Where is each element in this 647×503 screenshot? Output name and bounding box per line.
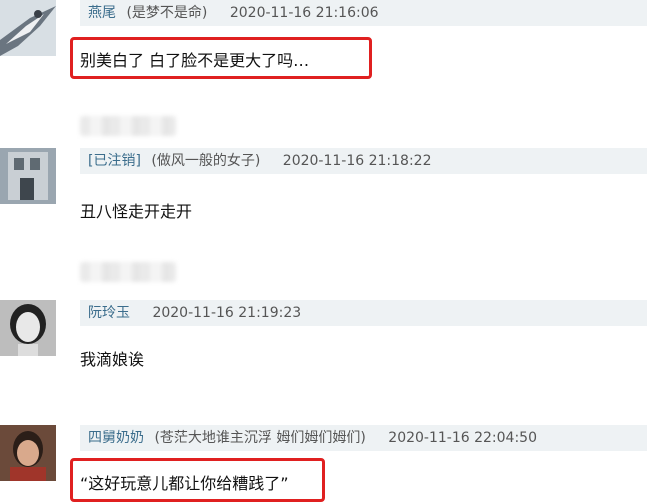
username-link[interactable]: [已注销] [88, 153, 141, 169]
building-avatar-icon [0, 148, 56, 204]
user-nickname: (是梦不是命) [126, 5, 208, 21]
comment-text: 别美白了 白了脸不是更大了吗… [80, 51, 310, 70]
avatar[interactable] [0, 0, 56, 56]
blurred-placeholder [80, 116, 176, 136]
bird-avatar-icon [0, 0, 56, 56]
comment-text: “这好玩意儿都让你给糟践了” [80, 474, 289, 493]
comment-timestamp: 2020-11-16 21:16:06 [229, 5, 379, 21]
comment-header: 阮玲玉 2020-11-16 21:19:23 [80, 300, 647, 326]
user-nickname: (做风一般的女子) [151, 153, 261, 169]
comment-timestamp: 2020-11-16 21:18:22 [282, 153, 432, 169]
comment-text: 丑八怪走开走开 [80, 202, 193, 221]
avatar[interactable] [0, 425, 56, 481]
comment-timestamp: 2020-11-16 22:04:50 [388, 430, 537, 446]
avatar[interactable] [0, 148, 56, 204]
comment-text: 我滴娘诶 [80, 350, 145, 369]
username-link[interactable]: 四舅奶奶 [88, 430, 144, 446]
comment-timestamp: 2020-11-16 21:19:23 [152, 305, 302, 321]
comment-header: 四舅奶奶 (苍茫大地谁主沉浮 姆们姆们姆们) 2020-11-16 22:04:… [80, 425, 647, 451]
avatar[interactable] [0, 300, 56, 356]
username-link[interactable]: 阮玲玉 [88, 305, 130, 321]
blurred-placeholder [80, 262, 176, 282]
comment-header: [已注销] (做风一般的女子) 2020-11-16 21:18:22 [80, 148, 647, 174]
portrait-avatar-icon [0, 300, 56, 356]
username-link[interactable]: 燕尾 [88, 5, 116, 21]
user-nickname: (苍茫大地谁主沉浮 姆们姆们姆们) [154, 430, 366, 446]
comment-header: 燕尾 (是梦不是命) 2020-11-16 21:16:06 [80, 0, 647, 26]
woman-avatar-icon [0, 425, 56, 481]
